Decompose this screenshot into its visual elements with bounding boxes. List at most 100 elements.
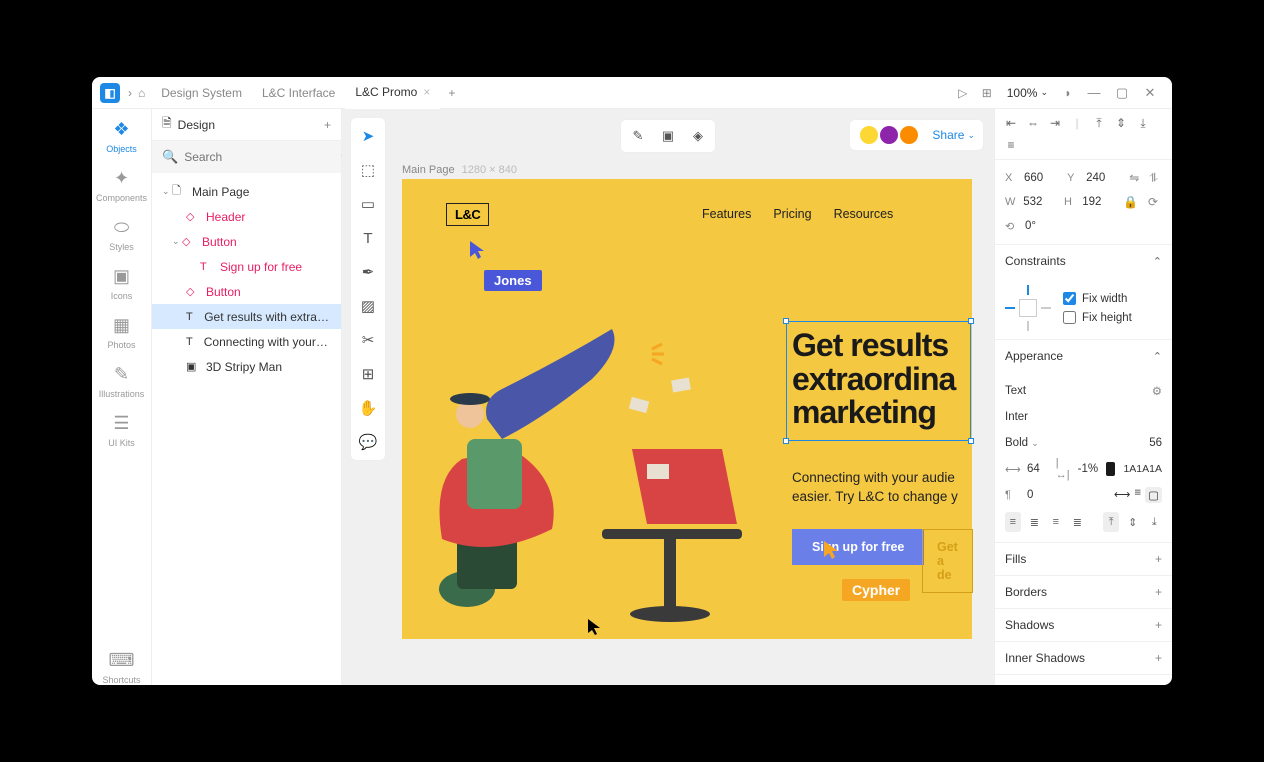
hand-tool[interactable]: ✋ bbox=[356, 396, 380, 420]
grid-icon[interactable]: ⊞ bbox=[975, 86, 999, 100]
auto-height-icon[interactable]: ≡ bbox=[1134, 487, 1141, 503]
share-button[interactable]: Share ⌄ bbox=[932, 128, 975, 142]
rail-components[interactable]: ✦Components bbox=[92, 168, 151, 203]
maximize-icon[interactable]: ▢ bbox=[1108, 85, 1136, 101]
tree-image[interactable]: ▣3D Stripy Man bbox=[152, 354, 341, 379]
align-center-icon[interactable]: ≣ bbox=[1027, 512, 1043, 532]
flip-v-icon[interactable]: ⥮ bbox=[1149, 171, 1158, 186]
search-input[interactable] bbox=[184, 150, 339, 164]
pen-tool[interactable]: ✒ bbox=[356, 260, 380, 284]
rotation-input[interactable]: 0° bbox=[1025, 220, 1065, 232]
tree-page[interactable]: ⌄ 🗋 Main Page bbox=[152, 179, 341, 204]
rail-uikits[interactable]: ☰UI Kits bbox=[92, 413, 151, 448]
tab-design-system[interactable]: Design System bbox=[151, 77, 252, 109]
align-right-icon[interactable]: ⇥ bbox=[1047, 115, 1063, 131]
zoom-dropdown[interactable]: 100% ⌄ bbox=[999, 86, 1056, 100]
fills-section[interactable]: Fills+ bbox=[995, 543, 1172, 575]
selection-handle[interactable] bbox=[968, 318, 974, 324]
comment-tool[interactable]: 💬 bbox=[356, 430, 380, 454]
font-select[interactable]: Inter bbox=[1005, 411, 1028, 423]
rail-objects[interactable]: ❖Objects bbox=[92, 119, 151, 154]
headline-text[interactable]: Get results extraordina marketing bbox=[792, 329, 955, 430]
tree-header[interactable]: ◇Header bbox=[152, 204, 341, 229]
image-tool[interactable]: ▨ bbox=[356, 294, 380, 318]
align-left-icon[interactable]: ⇤ bbox=[1003, 115, 1019, 131]
theme-icon[interactable]: ◗ bbox=[1056, 86, 1080, 100]
rail-shortcuts[interactable]: ⌨Shortcuts bbox=[92, 650, 151, 685]
w-input[interactable]: 532 bbox=[1023, 196, 1058, 208]
borders-section[interactable]: Borders+ bbox=[995, 576, 1172, 608]
align-bottom-icon[interactable]: ⤓ bbox=[1135, 115, 1151, 131]
align-hcenter-icon[interactable]: ⇔ bbox=[1025, 115, 1041, 131]
valign-bottom-icon[interactable]: ⤓ bbox=[1147, 512, 1163, 532]
valign-middle-icon[interactable]: ⇕ bbox=[1125, 512, 1141, 532]
align-justify-icon[interactable]: ≣ bbox=[1070, 512, 1086, 532]
add-icon[interactable]: + bbox=[1155, 618, 1162, 632]
rail-icons[interactable]: ▣Icons bbox=[92, 266, 151, 301]
valign-top-icon[interactable]: ⤒ bbox=[1103, 512, 1119, 532]
avatar[interactable] bbox=[858, 124, 880, 146]
x-input[interactable]: 660 bbox=[1024, 172, 1061, 184]
slice-tool[interactable]: ✂ bbox=[356, 328, 380, 352]
move-tool[interactable]: ➤ bbox=[356, 124, 380, 148]
component-tool[interactable]: ⊞ bbox=[356, 362, 380, 386]
tree-headline[interactable]: TGet results with extraordi... bbox=[152, 304, 341, 329]
settings-icon[interactable]: ⚙ bbox=[1152, 384, 1162, 398]
flip-h-icon[interactable]: ⇋ bbox=[1129, 171, 1139, 185]
color-hex[interactable]: 1A1A1A bbox=[1123, 463, 1162, 475]
tree-button-1[interactable]: ⌄◇Button bbox=[152, 229, 341, 254]
font-size-input[interactable]: 56 bbox=[1149, 437, 1162, 449]
distribute-icon[interactable]: ≡ bbox=[1003, 137, 1019, 153]
text-tool[interactable]: T bbox=[356, 226, 380, 250]
app-icon[interactable]: ◧ bbox=[100, 83, 120, 103]
avatar[interactable] bbox=[878, 124, 900, 146]
add-tab-icon[interactable]: + bbox=[448, 86, 455, 100]
rail-photos[interactable]: ▦Photos bbox=[92, 315, 151, 350]
edit-icon[interactable]: ✎ bbox=[625, 124, 651, 148]
inner-shadows-section[interactable]: Inner Shadows+ bbox=[995, 642, 1172, 674]
add-icon[interactable]: + bbox=[1155, 585, 1162, 599]
frame-label[interactable]: Main Page 1280 × 840 bbox=[402, 164, 517, 176]
constraint-widget[interactable] bbox=[1005, 285, 1051, 331]
rail-styles[interactable]: ⬭Styles bbox=[92, 217, 151, 252]
auto-width-icon[interactable]: ⟷ bbox=[1114, 487, 1131, 503]
selection-handle[interactable] bbox=[968, 438, 974, 444]
shadows-section[interactable]: Shadows+ bbox=[995, 609, 1172, 641]
y-input[interactable]: 240 bbox=[1086, 172, 1123, 184]
h-input[interactable]: 192 bbox=[1082, 196, 1117, 208]
home-icon[interactable]: ⌂ bbox=[138, 86, 145, 100]
align-top-icon[interactable]: ⤒ bbox=[1091, 115, 1107, 131]
rail-illustrations[interactable]: ✎Illustrations bbox=[92, 364, 151, 399]
fixed-size-icon[interactable]: ▢ bbox=[1145, 487, 1162, 503]
mask-icon[interactable]: ▣ bbox=[655, 124, 681, 148]
rect-tool[interactable]: ▭ bbox=[356, 192, 380, 216]
tree-subhead[interactable]: TConnecting with your audi... bbox=[152, 329, 341, 354]
align-left-icon[interactable]: ≡ bbox=[1005, 512, 1021, 532]
close-icon[interactable]: ✕ bbox=[1136, 85, 1164, 101]
minimize-icon[interactable]: — bbox=[1080, 85, 1108, 100]
lock-icon[interactable]: 🔒 bbox=[1123, 195, 1138, 209]
tree-signup-text[interactable]: TSign up for free bbox=[152, 254, 341, 279]
tab-lc-promo[interactable]: L&C Promo × bbox=[345, 77, 440, 109]
text-color-swatch[interactable] bbox=[1106, 462, 1115, 476]
avatar[interactable] bbox=[898, 124, 920, 146]
selection-handle[interactable] bbox=[783, 438, 789, 444]
add-page-icon[interactable]: + bbox=[324, 118, 331, 132]
align-vcenter-icon[interactable]: ⇕ bbox=[1113, 115, 1129, 131]
play-icon[interactable]: ▷ bbox=[951, 86, 975, 100]
reset-icon[interactable]: ⟳ bbox=[1148, 195, 1158, 209]
close-tab-icon[interactable]: × bbox=[423, 85, 430, 99]
fix-width-checkbox[interactable]: Fix width bbox=[1063, 292, 1132, 305]
align-right-icon[interactable]: ≡ bbox=[1048, 512, 1064, 532]
add-icon[interactable]: + bbox=[1155, 552, 1162, 566]
letter-spacing-input[interactable]: -1% bbox=[1078, 463, 1098, 475]
weight-select[interactable]: Bold ⌄ bbox=[1005, 437, 1039, 449]
tree-button-2[interactable]: ◇Button bbox=[152, 279, 341, 304]
selection-handle[interactable] bbox=[783, 318, 789, 324]
fix-height-checkbox[interactable]: Fix height bbox=[1063, 311, 1132, 324]
paragraph-input[interactable]: 0 bbox=[1027, 489, 1033, 501]
add-icon[interactable]: + bbox=[1155, 651, 1162, 665]
tab-lc-interface[interactable]: L&C Interface bbox=[252, 77, 345, 109]
canvas-frame[interactable]: L&C Features Pricing Resources bbox=[402, 179, 972, 639]
line-height-input[interactable]: 64 bbox=[1027, 463, 1040, 475]
